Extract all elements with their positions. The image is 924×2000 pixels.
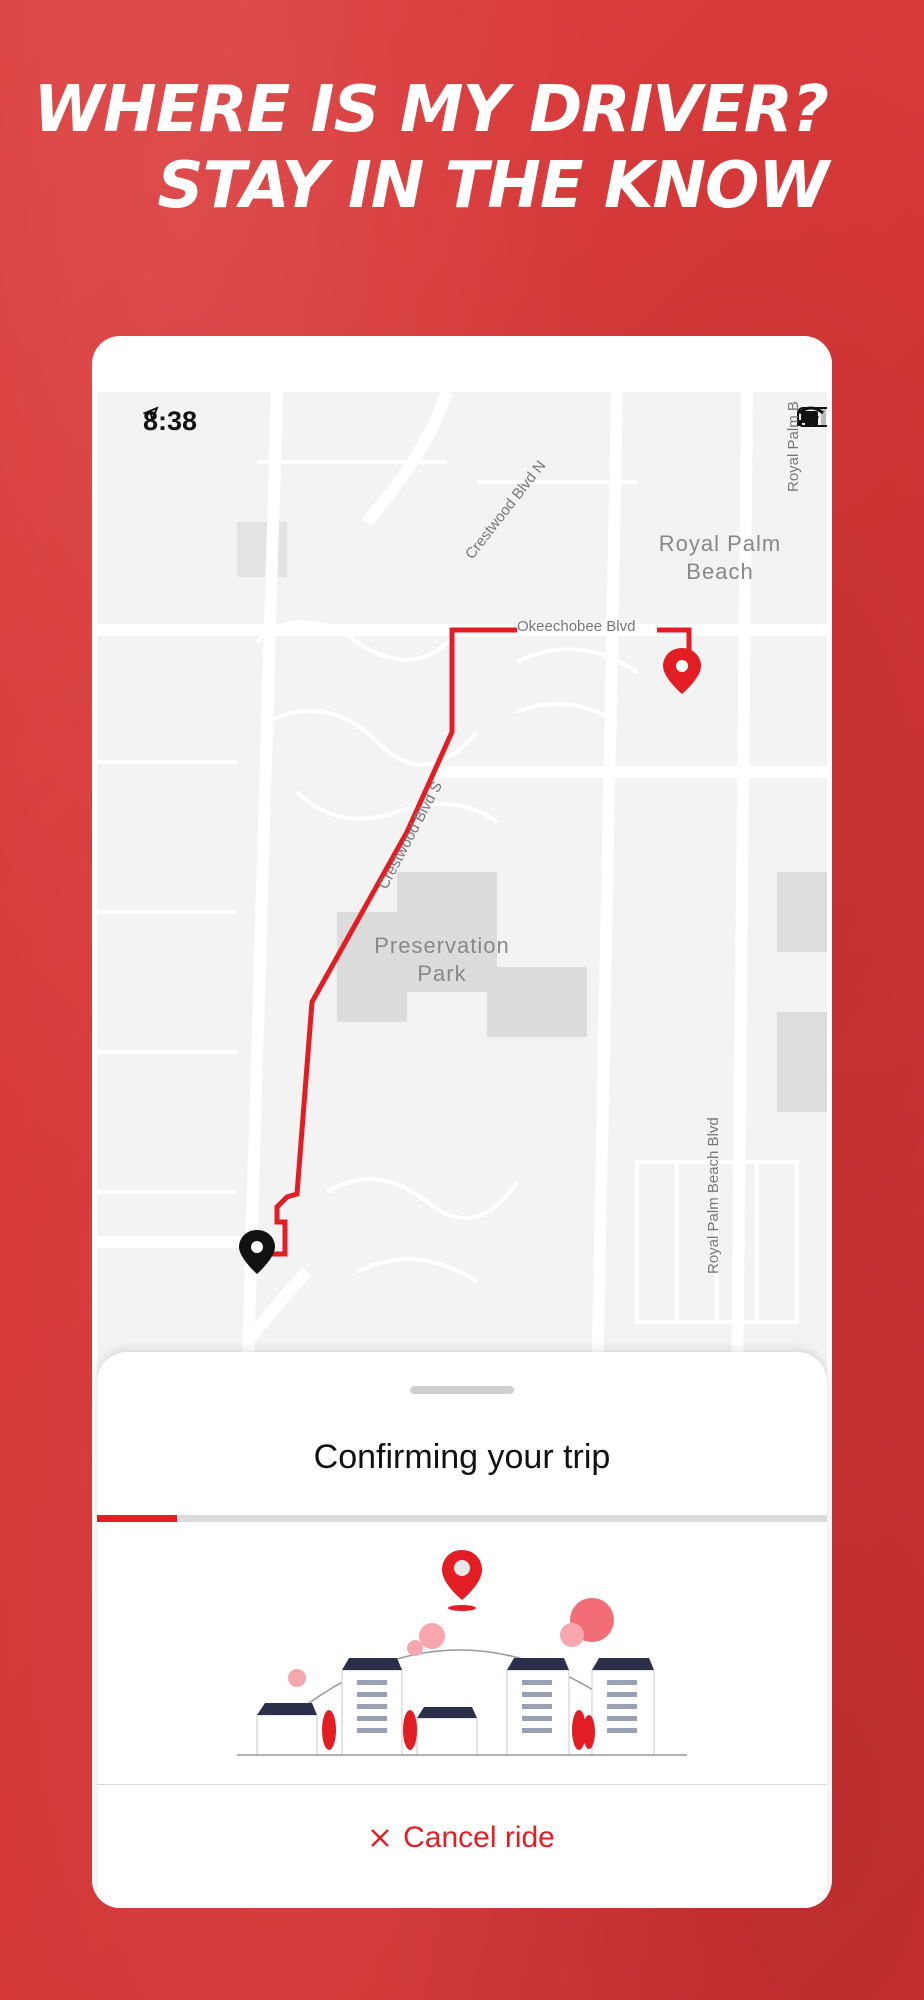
map-label-royal-palm-beach: Royal Palm Beach <box>658 531 782 584</box>
location-arrow-icon <box>143 406 159 422</box>
sheet-title: Confirming your trip <box>313 1438 611 1476</box>
street-label-okeechobee: Okeechobee Blvd <box>517 618 636 635</box>
city-illustration <box>237 1550 687 1756</box>
phone-screen-card: 8:38 Royal Palm Beach Preservation Park … <box>92 336 832 1908</box>
sheet-divider <box>97 1784 827 1785</box>
sheet-drag-handle[interactable] <box>410 1386 514 1394</box>
close-icon <box>371 1829 390 1847</box>
progress-bar <box>97 1515 827 1522</box>
status-time: 8:38 <box>143 406 198 436</box>
headline-line-1: WHERE IS MY DRIVER? <box>33 73 829 147</box>
status-bar: 8:38 <box>97 392 827 448</box>
progress-fill <box>97 1515 178 1522</box>
trip-bottom-sheet: Confirming your trip Cancel ride <box>97 1352 827 1908</box>
map-label-preservation-park: Preservation Park <box>374 933 510 986</box>
street-label-royal-palm-blvd: Royal Palm Beach Blvd <box>705 1117 722 1274</box>
map-view[interactable]: 8:38 Royal Palm Beach Preservation Park … <box>97 392 827 1392</box>
cancel-ride-label: Cancel ride <box>403 1821 555 1854</box>
headline: WHERE IS MY DRIVER? STAY IN THE KNOW <box>33 72 829 224</box>
street-label-royal-palm-top: Royal Palm B <box>785 401 802 492</box>
cancel-ride-button[interactable]: Cancel ride <box>97 1808 827 1868</box>
pin-marker-icon <box>442 1550 482 1611</box>
headline-line-2: STAY IN THE KNOW <box>157 149 829 223</box>
